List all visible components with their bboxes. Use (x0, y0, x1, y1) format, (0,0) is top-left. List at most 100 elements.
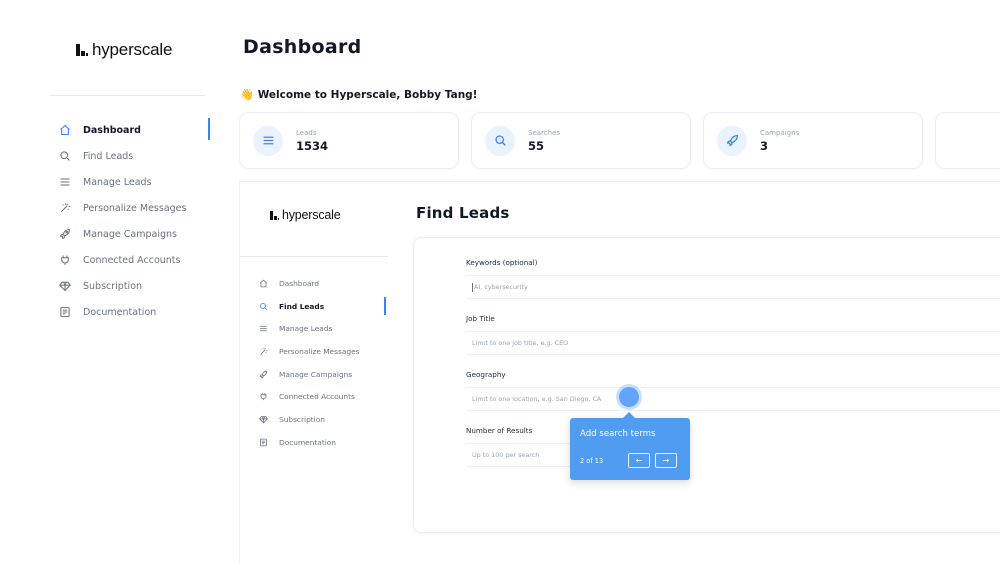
sidebar-item-label: Find Leads (279, 301, 325, 311)
stat-text: Leads 1534 (296, 129, 328, 153)
home-icon (58, 123, 72, 137)
stat-label: Searches (528, 128, 561, 137)
keywords-input[interactable]: AI, cybersecurity (466, 275, 1000, 299)
find-leads-title: Find Leads (416, 204, 510, 222)
sidebar: hyperscale Dashboard Find Leads Manage L… (0, 0, 215, 563)
sidebar-item-label: Personalize Messages (279, 346, 360, 356)
search-icon (58, 149, 72, 163)
sidebar-item-find-leads[interactable]: Find Leads (58, 143, 210, 169)
panel-sidebar-item-manage-campaigns[interactable]: Manage Campaigns (258, 363, 386, 386)
stat-card-leads[interactable]: Leads 1534 (239, 112, 459, 169)
find-leads-preview-panel: hyperscale Dashboard Find Leads Manage L… (239, 181, 1000, 563)
tour-prev-button[interactable]: ← (628, 453, 650, 468)
job-title-input[interactable]: Limit to one job title, e.g. CEO (466, 331, 1000, 355)
plug-icon (258, 391, 269, 402)
sidebar-item-label: Manage Leads (279, 324, 333, 334)
sidebar-item-connected-accounts[interactable]: Connected Accounts (58, 247, 210, 273)
document-icon (258, 437, 269, 448)
sidebar-item-label: Connected Accounts (279, 392, 355, 402)
hyperscale-logo-icon (76, 44, 88, 56)
geography-field: Geography Limit to one location, e.g. Sa… (466, 370, 1000, 411)
tour-next-button[interactable]: → (655, 453, 677, 468)
find-leads-form: Keywords (optional) AI, cybersecurity Jo… (413, 237, 1000, 533)
list-icon (58, 175, 72, 189)
sidebar-item-label: Find Leads (83, 150, 134, 162)
plug-icon (58, 253, 72, 267)
welcome-message: 👋 Welcome to Hyperscale, Bobby Tang! (240, 88, 477, 101)
sidebar-item-label: Subscription (279, 414, 325, 424)
magic-wand-icon (58, 201, 72, 215)
job-title-label: Job Title (466, 314, 495, 323)
panel-sidebar-item-documentation[interactable]: Documentation (258, 431, 386, 454)
sidebar-divider (50, 95, 205, 96)
rocket-icon (258, 369, 269, 380)
panel-sidebar-item-manage-leads[interactable]: Manage Leads (258, 317, 386, 340)
tour-title: Add search terms (580, 429, 656, 439)
geography-input[interactable]: Limit to one location, e.g. San Diego, C… (466, 387, 1000, 411)
number-of-results-placeholder: Up to 100 per search (472, 451, 540, 459)
rocket-icon (717, 125, 747, 156)
sidebar-item-label: Documentation (83, 306, 157, 318)
geography-label: Geography (466, 370, 506, 379)
welcome-text: Welcome to Hyperscale, Bobby Tang! (257, 88, 478, 101)
panel-sidebar-item-find-leads[interactable]: Find Leads (258, 295, 386, 318)
panel-sidebar-nav: Dashboard Find Leads Manage Leads Person… (258, 272, 386, 454)
stat-card-searches[interactable]: Searches 55 (471, 112, 691, 169)
sidebar-item-label: Personalize Messages (83, 202, 187, 214)
panel-sidebar-item-subscription[interactable]: Subscription (258, 408, 386, 431)
list-icon (253, 125, 283, 156)
stat-label: Leads (296, 128, 317, 137)
list-icon (258, 323, 269, 334)
waving-hand-icon: 👋 (240, 88, 254, 101)
panel-sidebar-item-personalize-messages[interactable]: Personalize Messages (258, 340, 386, 363)
stat-value: 3 (760, 138, 769, 153)
sidebar-nav: Dashboard Find Leads Manage Leads Person… (58, 117, 210, 325)
sidebar-item-manage-campaigns[interactable]: Manage Campaigns (58, 221, 210, 247)
sidebar-item-label: Subscription (83, 280, 143, 292)
stat-text: Searches 55 (528, 129, 560, 153)
sidebar-item-label: Dashboard (83, 124, 141, 136)
sidebar-item-personalize-messages[interactable]: Personalize Messages (58, 195, 210, 221)
stat-label: Campaigns (760, 128, 800, 137)
page-title: Dashboard (243, 36, 362, 58)
sidebar-item-subscription[interactable]: Subscription (58, 273, 210, 299)
brand-name: hyperscale (92, 40, 173, 59)
sidebar-item-dashboard[interactable]: Dashboard (58, 117, 210, 143)
brand-name: hyperscale (282, 208, 341, 222)
diamond-icon (58, 279, 72, 293)
stat-card-partial[interactable] (935, 112, 1000, 169)
sidebar-item-manage-leads[interactable]: Manage Leads (58, 169, 210, 195)
home-icon (258, 278, 269, 289)
keywords-placeholder: AI, cybersecurity (474, 283, 528, 291)
rocket-icon (58, 227, 72, 241)
sidebar-item-label: Documentation (279, 437, 336, 447)
stats-row: Leads 1534 Searches 55 Campaigns 3 (239, 112, 1000, 170)
search-icon (485, 125, 515, 156)
stat-value: 1534 (296, 138, 329, 153)
panel-sidebar-divider (240, 256, 388, 257)
keywords-field: Keywords (optional) AI, cybersecurity (466, 258, 1000, 299)
sidebar-item-documentation[interactable]: Documentation (58, 299, 210, 325)
diamond-icon (258, 414, 269, 425)
sidebar-item-label: Manage Leads (83, 176, 152, 188)
sidebar-item-label: Manage Campaigns (279, 369, 353, 379)
stat-text: Campaigns 3 (760, 129, 799, 153)
search-icon (258, 301, 269, 312)
brand-logo[interactable]: hyperscale (76, 40, 172, 60)
text-caret (472, 282, 473, 292)
stat-card-campaigns[interactable]: Campaigns 3 (703, 112, 923, 169)
sidebar-item-label: Connected Accounts (83, 254, 181, 266)
job-title-field: Job Title Limit to one job title, e.g. C… (466, 314, 1000, 355)
panel-brand-logo[interactable]: hyperscale (270, 208, 341, 222)
sidebar-item-label: Dashboard (279, 278, 320, 288)
job-title-placeholder: Limit to one job title, e.g. CEO (472, 339, 569, 347)
panel-sidebar-item-dashboard[interactable]: Dashboard (258, 272, 386, 295)
magic-wand-icon (258, 346, 269, 357)
panel-sidebar-item-connected-accounts[interactable]: Connected Accounts (258, 385, 386, 408)
tour-step-counter: 2 of 13 (580, 457, 604, 465)
keywords-label: Keywords (optional) (466, 258, 538, 267)
tour-hotspot-beacon[interactable] (619, 387, 639, 407)
hyperscale-logo-icon (270, 210, 279, 220)
stat-value: 55 (528, 138, 545, 153)
document-icon (58, 305, 72, 319)
